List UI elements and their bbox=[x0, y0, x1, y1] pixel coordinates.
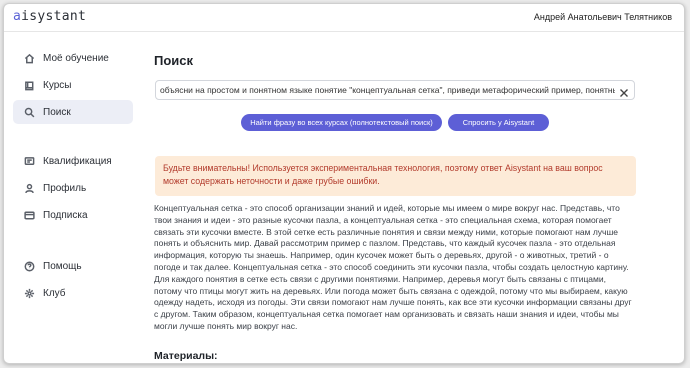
sidebar-item-qualification[interactable]: Квалификация bbox=[13, 149, 133, 173]
sidebar-item-label: Курсы bbox=[43, 79, 72, 91]
logo[interactable]: aisystant bbox=[13, 9, 86, 24]
sidebar-item-club[interactable]: Клуб bbox=[13, 281, 133, 305]
diploma-icon bbox=[23, 155, 35, 167]
sidebar: Моё обучение Курсы Поиск Квалификация Пр… bbox=[13, 46, 133, 308]
card-icon bbox=[23, 209, 35, 221]
sidebar-item-label: Квалификация bbox=[43, 155, 112, 167]
sidebar-item-subscription[interactable]: Подписка bbox=[13, 203, 133, 227]
sidebar-item-label: Профиль bbox=[43, 182, 87, 194]
app-window: aisystant Андрей Анатольевич Телятников … bbox=[3, 3, 685, 364]
logo-text: isystant bbox=[21, 9, 87, 24]
sidebar-item-label: Подписка bbox=[43, 209, 88, 221]
book-icon bbox=[23, 79, 35, 91]
home-icon bbox=[23, 52, 35, 64]
top-bar: aisystant Андрей Анатольевич Телятников bbox=[4, 4, 684, 32]
logo-accent: a bbox=[13, 9, 22, 24]
search-icon bbox=[23, 106, 35, 118]
sidebar-item-label: Моё обучение bbox=[43, 52, 109, 64]
user-name[interactable]: Андрей Анатольевич Телятников bbox=[534, 12, 672, 22]
club-icon bbox=[23, 287, 35, 299]
answer-text: Концептуальная сетка - это способ органи… bbox=[154, 203, 632, 331]
sidebar-item-profile[interactable]: Профиль bbox=[13, 176, 133, 200]
help-icon bbox=[23, 260, 35, 272]
close-icon[interactable] bbox=[619, 85, 629, 97]
sidebar-item-label: Помощь bbox=[43, 260, 82, 272]
page-title: Поиск bbox=[154, 53, 194, 68]
user-icon bbox=[23, 182, 35, 194]
sidebar-item-label: Клуб bbox=[43, 287, 66, 299]
sidebar-item-courses[interactable]: Курсы bbox=[13, 73, 133, 97]
search-box bbox=[155, 80, 635, 100]
sidebar-item-my-learning[interactable]: Моё обучение bbox=[13, 46, 133, 70]
sidebar-item-search[interactable]: Поиск bbox=[13, 100, 133, 124]
warning-alert: Будьте внимательны! Используется экспери… bbox=[155, 156, 636, 196]
search-input[interactable] bbox=[160, 83, 615, 97]
materials-heading: Материалы: bbox=[154, 350, 218, 362]
sidebar-item-help[interactable]: Помощь bbox=[13, 254, 133, 278]
ask-aisystant-button[interactable]: Спросить у Aisystant bbox=[448, 114, 549, 131]
fulltext-search-button[interactable]: Найти фразу во всех курсах (полнотекстов… bbox=[241, 114, 442, 131]
sidebar-item-label: Поиск bbox=[43, 106, 71, 118]
